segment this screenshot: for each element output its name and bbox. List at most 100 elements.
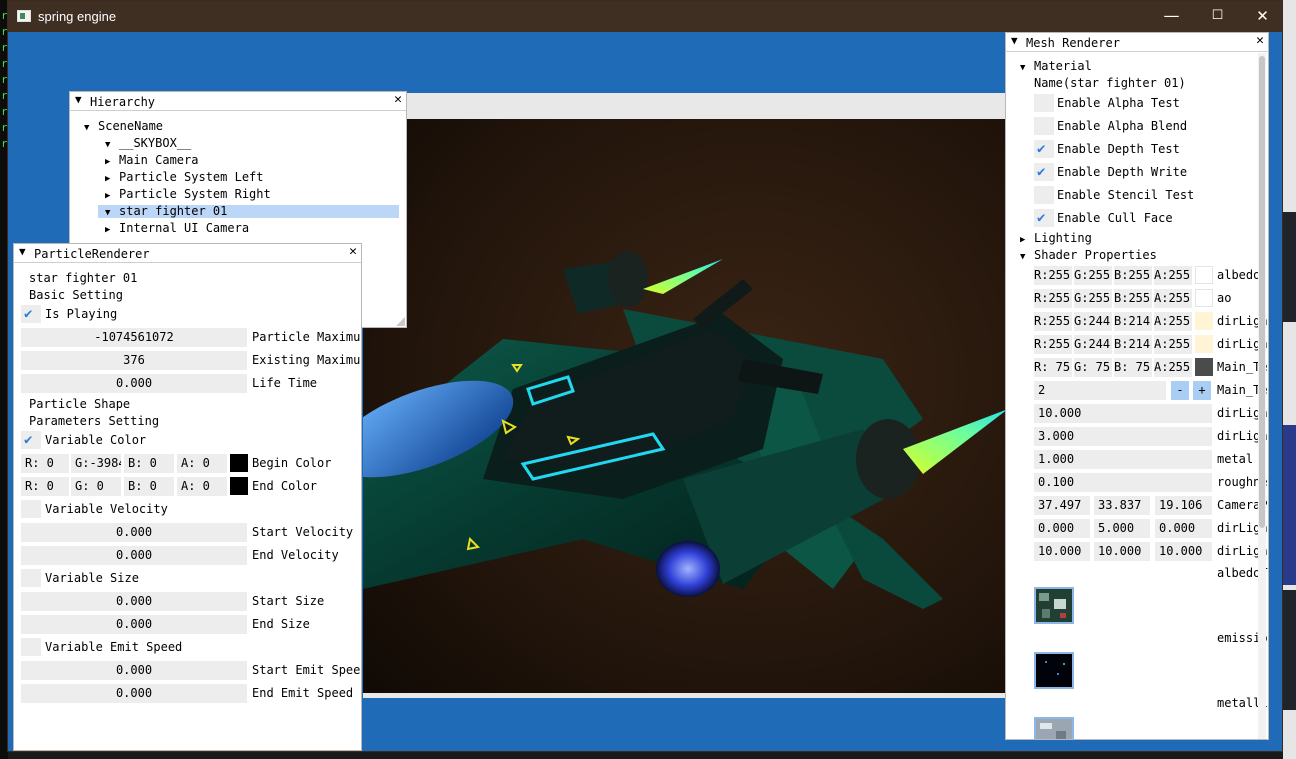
ao-a[interactable]: A:255 (1154, 289, 1192, 308)
begin-color-a[interactable]: A: 0 (177, 454, 227, 473)
metallic-field[interactable]: 1.000 (1034, 450, 1212, 469)
variable-velocity-checkbox[interactable] (21, 500, 41, 518)
albedo-texture-thumbnail[interactable] (1034, 587, 1074, 624)
material-node[interactable]: ▼ Material (1020, 58, 1092, 76)
resize-grip[interactable] (396, 317, 405, 326)
dirlight-color-swatch[interactable] (1195, 312, 1213, 330)
ao-swatch[interactable] (1195, 289, 1213, 307)
dirlight-color-g[interactable]: G:244 (1074, 312, 1112, 331)
dirlight-color2-a[interactable]: A:255 (1154, 335, 1192, 354)
hierarchy-header[interactable]: ▼ Hierarchy ✕ (70, 92, 406, 111)
dirlight-color2-b[interactable]: B:214 (1114, 335, 1152, 354)
begin-color-r[interactable]: R: 0 (21, 454, 69, 473)
main-tex-color-swatch[interactable] (1195, 358, 1213, 376)
depth-test-checkbox[interactable] (1034, 140, 1054, 158)
ao-r[interactable]: R:255 (1034, 289, 1072, 308)
start-velocity-field[interactable]: 0.000 (21, 523, 247, 542)
camera-pos-x[interactable]: 37.497 (1034, 496, 1090, 515)
end-velocity-field[interactable]: 0.000 (21, 546, 247, 565)
end-color-g[interactable]: G: 0 (71, 477, 121, 496)
ao-b[interactable]: B:255 (1114, 289, 1152, 308)
particle-close-icon[interactable]: ✕ (349, 244, 357, 259)
main-tex-int-field[interactable]: 2 (1034, 381, 1166, 400)
end-emit-speed-field[interactable]: 0.000 (21, 684, 247, 703)
collapse-arrow-icon[interactable]: ▼ (75, 93, 82, 106)
begin-color-b[interactable]: B: 0 (124, 454, 174, 473)
tree-item-particle-left[interactable]: ▶ Particle System Left (105, 169, 264, 187)
mesh-scrollbar[interactable] (1258, 53, 1266, 739)
hierarchy-close-icon[interactable]: ✕ (394, 92, 402, 107)
decrement-button[interactable]: - (1171, 381, 1189, 400)
is-playing-checkbox[interactable] (21, 305, 41, 323)
existing-maximum-field[interactable]: 376 (21, 351, 247, 370)
main-tex-color-b[interactable]: B: 75 (1114, 358, 1152, 377)
scrollbar-thumb[interactable] (1259, 56, 1265, 528)
tree-item-particle-right[interactable]: ▶ Particle System Right (105, 186, 271, 204)
dirlight-vec3-z[interactable]: 10.000 (1155, 542, 1212, 561)
particle-header[interactable]: ▼ ParticleRenderer ✕ (14, 244, 361, 263)
title-bar[interactable]: spring engine — ☐ ✕ (8, 1, 1282, 32)
dirlight-vec3-x[interactable]: 10.000 (1034, 542, 1090, 561)
mesh-close-icon[interactable]: ✕ (1256, 33, 1264, 48)
alpha-blend-checkbox[interactable] (1034, 117, 1054, 135)
dirlight-vec3-y[interactable]: 10.000 (1094, 542, 1150, 561)
albedo-g[interactable]: G:255 (1074, 266, 1112, 285)
main-tex-color-g[interactable]: G: 75 (1074, 358, 1112, 377)
tree-root[interactable]: ▼ SceneName (84, 118, 163, 136)
roughness-field[interactable]: 0.100 (1034, 473, 1212, 492)
dirlight-dir-y[interactable]: 5.000 (1094, 519, 1150, 538)
albedo-b[interactable]: B:255 (1114, 266, 1152, 285)
stencil-test-checkbox[interactable] (1034, 186, 1054, 204)
life-time-field[interactable]: 0.000 (21, 374, 247, 393)
collapse-arrow-icon[interactable]: ▼ (19, 245, 26, 258)
variable-emit-speed-checkbox[interactable] (21, 638, 41, 656)
start-emit-speed-field[interactable]: 0.000 (21, 661, 247, 680)
metallic-texture-thumbnail[interactable] (1034, 717, 1074, 739)
tree-item-main-camera[interactable]: ▶ Main Camera (105, 152, 198, 170)
end-color-b[interactable]: B: 0 (124, 477, 174, 496)
end-color-r[interactable]: R: 0 (21, 477, 69, 496)
depth-write-checkbox[interactable] (1034, 163, 1054, 181)
begin-color-swatch[interactable] (230, 454, 248, 472)
dirlight-float2-field[interactable]: 3.000 (1034, 427, 1212, 446)
dirlight-color-r[interactable]: R:255 (1034, 312, 1072, 331)
end-color-a[interactable]: A: 0 (177, 477, 227, 496)
dirlight-color2-swatch[interactable] (1195, 335, 1213, 353)
albedo-a[interactable]: A:255 (1154, 266, 1192, 285)
variable-color-checkbox[interactable] (21, 431, 41, 449)
collapse-arrow-icon[interactable]: ▼ (1011, 34, 1018, 47)
camera-pos-z[interactable]: 19.106 (1155, 496, 1212, 515)
albedo-swatch[interactable] (1195, 266, 1213, 284)
tree-item-skybox[interactable]: ▼ __SKYBOX__ (105, 135, 191, 153)
lighting-node[interactable]: ▶ Lighting (1020, 230, 1092, 248)
ao-g[interactable]: G:255 (1074, 289, 1112, 308)
minimize-button[interactable]: — (1149, 1, 1194, 32)
end-size-field[interactable]: 0.000 (21, 615, 247, 634)
end-color-swatch[interactable] (230, 477, 248, 495)
main-tex-color-a[interactable]: A:255 (1154, 358, 1192, 377)
start-size-field[interactable]: 0.000 (21, 592, 247, 611)
scene-render[interactable] (363, 119, 1008, 693)
cull-face-checkbox[interactable] (1034, 209, 1054, 227)
begin-color-g[interactable]: G:-3984 (71, 454, 121, 473)
maximize-button[interactable]: ☐ (1195, 1, 1240, 32)
dirlight-color2-r[interactable]: R:255 (1034, 335, 1072, 354)
scene-viewport[interactable] (363, 93, 1008, 698)
variable-size-checkbox[interactable] (21, 569, 41, 587)
mesh-header[interactable]: ▼ Mesh Renderer ✕ (1006, 33, 1268, 52)
dirlight-color2-g[interactable]: G:244 (1074, 335, 1112, 354)
albedo-r[interactable]: R:255 (1034, 266, 1072, 285)
alpha-test-checkbox[interactable] (1034, 94, 1054, 112)
tree-item-ui-camera[interactable]: ▶ Internal UI Camera (105, 220, 249, 238)
particle-maximum-field[interactable]: -1074561072 (21, 328, 247, 347)
camera-pos-y[interactable]: 33.837 (1094, 496, 1150, 515)
emission-texture-thumbnail[interactable] (1034, 652, 1074, 689)
main-tex-color-r[interactable]: R: 75 (1034, 358, 1072, 377)
dirlight-intensity-field[interactable]: 10.000 (1034, 404, 1212, 423)
close-button[interactable]: ✕ (1240, 1, 1285, 32)
dirlight-dir-z[interactable]: 0.000 (1155, 519, 1212, 538)
dirlight-color-a[interactable]: A:255 (1154, 312, 1192, 331)
dirlight-dir-x[interactable]: 0.000 (1034, 519, 1090, 538)
shader-properties-node[interactable]: ▼ Shader Properties (1020, 247, 1157, 265)
dirlight-color-b[interactable]: B:214 (1114, 312, 1152, 331)
